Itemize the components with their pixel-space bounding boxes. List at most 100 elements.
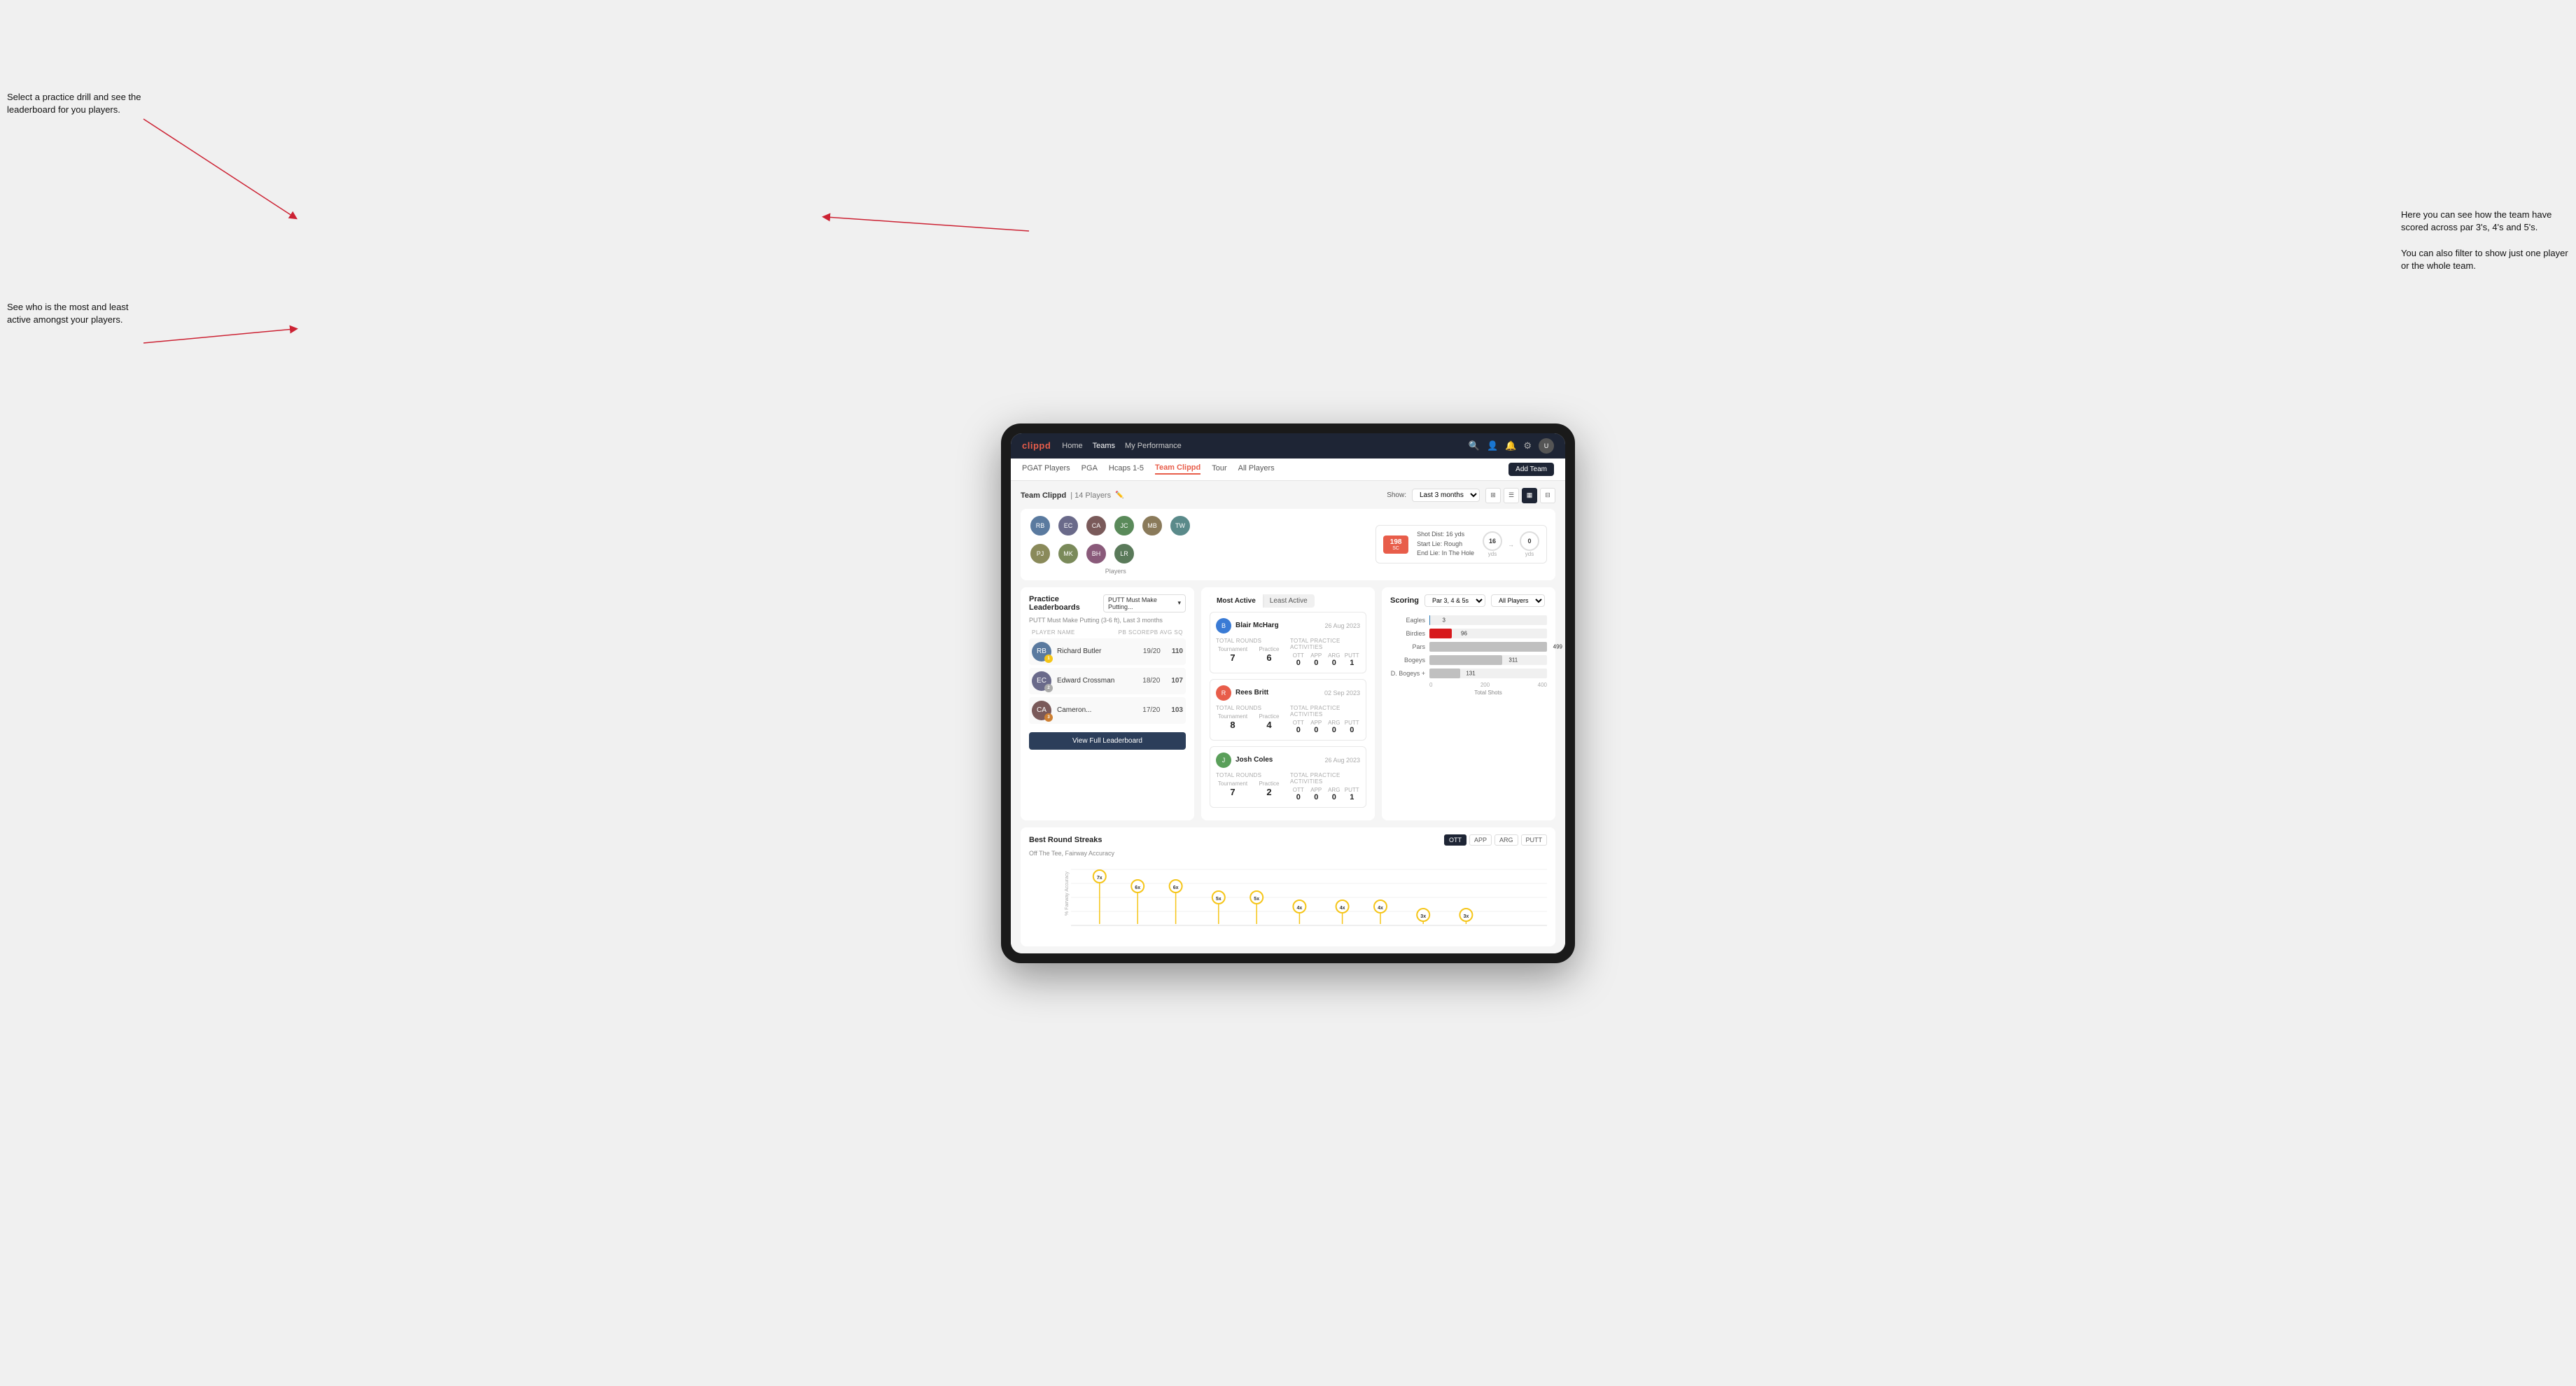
team-title: Team Clippd | 14 Players ✏️ (1021, 491, 1124, 500)
drill-select[interactable]: PUTT Must Make Putting... ▾ (1103, 594, 1186, 612)
show-controls: Show: Last 3 months Last 6 months Last y… (1387, 488, 1555, 503)
chart-bar-eagles: 3 (1429, 615, 1430, 625)
scoring-par-filter[interactable]: Par 3, 4 & 5s Par 3s Par 4s Par 5s (1424, 594, 1485, 607)
axis-400: 400 (1538, 682, 1547, 688)
player-avatar-8[interactable]: MK (1057, 542, 1079, 565)
lb-avg-2: 107 (1171, 677, 1183, 685)
scoring-player-filter[interactable]: All Players (1491, 594, 1545, 607)
ott-btn[interactable]: OTT (1444, 834, 1466, 846)
putt-col-3: PUTT 1 (1344, 787, 1361, 802)
arg-label-3: ARG (1326, 787, 1343, 793)
tournament-label-3: Tournament (1216, 780, 1250, 787)
card-view-btn[interactable]: ▦ (1522, 488, 1537, 503)
tournament-col-1: Tournament 7 (1216, 646, 1250, 663)
leaderboard-row-3: CA 3 Cameron... 17/20 103 (1029, 697, 1186, 724)
nav-home[interactable]: Home (1062, 442, 1082, 450)
player-avatar-1[interactable]: RB (1029, 514, 1051, 537)
people-icon[interactable]: 👤 (1487, 440, 1498, 451)
svg-text:5x: 5x (1216, 897, 1222, 902)
chart-val-dbogeys: 131 (1466, 670, 1475, 676)
activity-name-1: Blair McHarg (1236, 622, 1279, 629)
activity-card-container: Most Active Least Active B Blair McHarg … (1201, 587, 1375, 820)
lb-col-avg: PB AVG SQ (1150, 629, 1183, 636)
nav-my-performance[interactable]: My Performance (1125, 442, 1182, 450)
chevron-down-icon: ▾ (1177, 599, 1181, 607)
tournament-col-2: Tournament 8 (1216, 713, 1250, 730)
player-avatar-9[interactable]: BH (1085, 542, 1107, 565)
user-avatar[interactable]: U (1539, 438, 1554, 454)
show-period-select[interactable]: Last 3 months Last 6 months Last year (1412, 489, 1480, 502)
subnav-all-players[interactable]: All Players (1238, 464, 1275, 474)
total-practice-label-3: Total Practice Activities (1290, 772, 1360, 785)
axis-200: 200 (1480, 682, 1490, 688)
shot-dist: Shot Dist: 16 yds (1417, 530, 1474, 540)
nav-teams[interactable]: Teams (1093, 442, 1115, 450)
putt-label-2: PUTT (1344, 720, 1361, 726)
rounds-sub-grid-1: Tournament 7 Practice 6 (1216, 646, 1286, 663)
practice-label-2: Practice (1252, 713, 1286, 720)
shot-circle-1-val: 16 (1489, 538, 1496, 545)
chart-row-birdies: Birdies 96 (1390, 629, 1547, 638)
svg-text:3x: 3x (1464, 914, 1469, 919)
navbar: clippd Home Teams My Performance 🔍 👤 🔔 ⚙… (1011, 433, 1565, 458)
activity-player-1: B Blair McHarg (1216, 618, 1279, 634)
grid-view-btn[interactable]: ⊞ (1485, 488, 1501, 503)
bell-icon[interactable]: 🔔 (1505, 440, 1516, 451)
add-team-button[interactable]: Add Team (1508, 463, 1554, 476)
tablet-frame: clippd Home Teams My Performance 🔍 👤 🔔 ⚙… (1001, 424, 1575, 963)
view-full-leaderboard-button[interactable]: View Full Leaderboard (1029, 732, 1186, 750)
shot-circle-2: 0 (1520, 531, 1539, 551)
scoring-title: Scoring (1390, 596, 1419, 605)
subnav-pgat[interactable]: PGAT Players (1022, 464, 1070, 474)
putt-btn[interactable]: PUTT (1521, 834, 1548, 846)
edit-team-icon[interactable]: ✏️ (1115, 491, 1124, 499)
app-label-1: APP (1308, 652, 1325, 659)
search-icon[interactable]: 🔍 (1469, 440, 1480, 451)
player-avatar-5[interactable]: MB (1141, 514, 1163, 537)
y-axis-label: % Fairway Accuracy (1029, 862, 1070, 925)
least-active-toggle[interactable]: Least Active (1263, 594, 1315, 608)
players-avatars: RB EC CA JC MB TW PJ MK BH LR (1029, 514, 1203, 565)
chart-bar-birdies: 96 (1429, 629, 1452, 638)
list-view-btn[interactable]: ☰ (1504, 488, 1519, 503)
subnav-right: Add Team (1508, 462, 1554, 476)
subnav-tour[interactable]: Tour (1212, 464, 1226, 474)
svg-text:4x: 4x (1297, 906, 1303, 911)
subnav-hcaps[interactable]: Hcaps 1-5 (1109, 464, 1144, 474)
subnav: PGAT Players PGA Hcaps 1-5 Team Clippd T… (1011, 458, 1565, 481)
activity-stats-3: Total Rounds Tournament 7 Practice 2 (1216, 772, 1360, 802)
lb-avatar-2: EC 2 (1032, 671, 1051, 691)
lb-avg-1: 110 (1172, 648, 1183, 655)
arg-btn[interactable]: ARG (1494, 834, 1518, 846)
player-avatar-4[interactable]: JC (1113, 514, 1135, 537)
player-avatar-2[interactable]: EC (1057, 514, 1079, 537)
most-active-toggle[interactable]: Most Active (1210, 594, 1263, 608)
chart-label-bogeys: Bogeys (1390, 657, 1425, 664)
player-avatar-6[interactable]: TW (1169, 514, 1191, 537)
player-avatar-10[interactable]: LR (1113, 542, 1135, 565)
ott-label-1: OTT (1290, 652, 1307, 659)
shot-circle-separator: → (1508, 541, 1514, 548)
rounds-sub-grid-2: Tournament 8 Practice 4 (1216, 713, 1286, 730)
lb-table-header: PLAYER NAME PB SCORE PB AVG SQ (1029, 629, 1186, 636)
tournament-val-2: 8 (1216, 720, 1250, 730)
settings-icon[interactable]: ⚙ (1523, 440, 1532, 451)
activity-name-3: Josh Coles (1236, 756, 1273, 764)
lb-name-1: Richard Butler (1057, 648, 1138, 655)
filter-view-btn[interactable]: ⊟ (1540, 488, 1555, 503)
chart-x-axis: 0 200 400 (1390, 682, 1547, 688)
leaderboard-title: Practice Leaderboards (1029, 595, 1103, 612)
ott-col-1: OTT 0 (1290, 652, 1307, 667)
chart-val-birdies: 96 (1461, 630, 1467, 636)
app-btn[interactable]: APP (1469, 834, 1492, 846)
chart-val-pars: 499 (1553, 643, 1562, 650)
chart-label-pars: Pars (1390, 643, 1425, 650)
subnav-team-clippd[interactable]: Team Clippd (1155, 463, 1200, 475)
practice-leaderboards-card: Practice Leaderboards PUTT Must Make Put… (1021, 587, 1194, 820)
player-avatar-7[interactable]: PJ (1029, 542, 1051, 565)
player-avatar-3[interactable]: CA (1085, 514, 1107, 537)
ott-val-2: 0 (1290, 726, 1307, 734)
navbar-links: Home Teams My Performance (1062, 442, 1457, 450)
activity-stats-1: Total Rounds Tournament 7 Practice 6 (1216, 638, 1360, 667)
subnav-pga[interactable]: PGA (1082, 464, 1098, 474)
